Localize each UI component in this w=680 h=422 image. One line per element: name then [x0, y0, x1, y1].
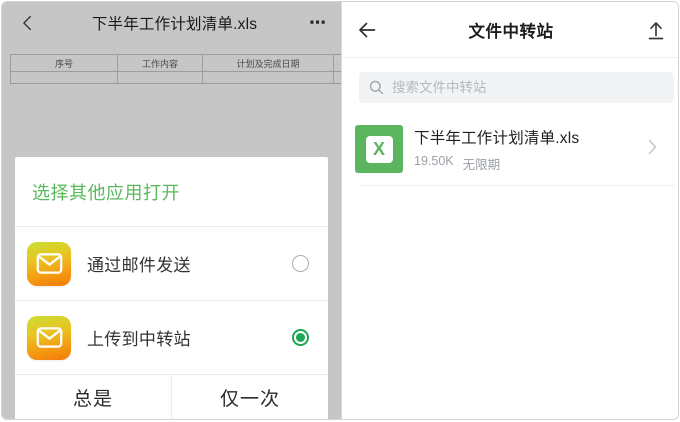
search-bar[interactable] [359, 72, 674, 103]
open-with-dialog: 选择其他应用打开 通过邮件发送 [15, 157, 328, 419]
excel-file-icon: X [355, 125, 403, 173]
dialog-buttons: 总是 仅一次 [15, 375, 328, 419]
page-title: 文件中转站 [342, 18, 679, 42]
option-label: 通过邮件发送 [87, 251, 191, 276]
just-once-button[interactable]: 仅一次 [172, 375, 328, 419]
mail-icon [27, 316, 71, 360]
doc-viewer-screen: 下半年工作计划清单.xls ⋯ 序号 工作内容 计划及完成日期 选择其他应用打开 [2, 2, 341, 419]
file-info: 下半年工作计划清单.xls 19.50K 无限期 [414, 126, 648, 173]
mail-icon [27, 242, 71, 286]
search-icon [369, 80, 384, 95]
always-button[interactable]: 总是 [15, 375, 171, 419]
transfer-header: 文件中转站 [342, 2, 679, 58]
option-label: 上传到中转站 [87, 325, 191, 350]
excel-x-glyph: X [366, 136, 393, 163]
file-name: 下半年工作计划清单.xls [414, 126, 648, 148]
file-list-item[interactable]: X 下半年工作计划清单.xls 19.50K 无限期 [342, 113, 679, 185]
search-input[interactable] [392, 80, 674, 95]
file-expiry: 无限期 [463, 154, 501, 173]
divider [359, 185, 675, 186]
option-upload-to-transfer-station[interactable]: 上传到中转站 [15, 301, 328, 374]
dialog-title: 选择其他应用打开 [15, 157, 328, 226]
upload-icon[interactable] [645, 19, 667, 41]
file-meta: 19.50K 无限期 [414, 154, 648, 173]
radio-unselected[interactable] [292, 255, 309, 272]
option-send-via-email[interactable]: 通过邮件发送 [15, 227, 328, 300]
chevron-right-icon [648, 139, 657, 160]
transfer-station-screen: 文件中转站 X 下半年工作计划清单.xls [341, 2, 679, 419]
app-window: 下半年工作计划清单.xls ⋯ 序号 工作内容 计划及完成日期 选择其他应用打开 [1, 1, 679, 420]
radio-selected[interactable] [292, 329, 309, 346]
file-size: 19.50K [414, 154, 454, 173]
